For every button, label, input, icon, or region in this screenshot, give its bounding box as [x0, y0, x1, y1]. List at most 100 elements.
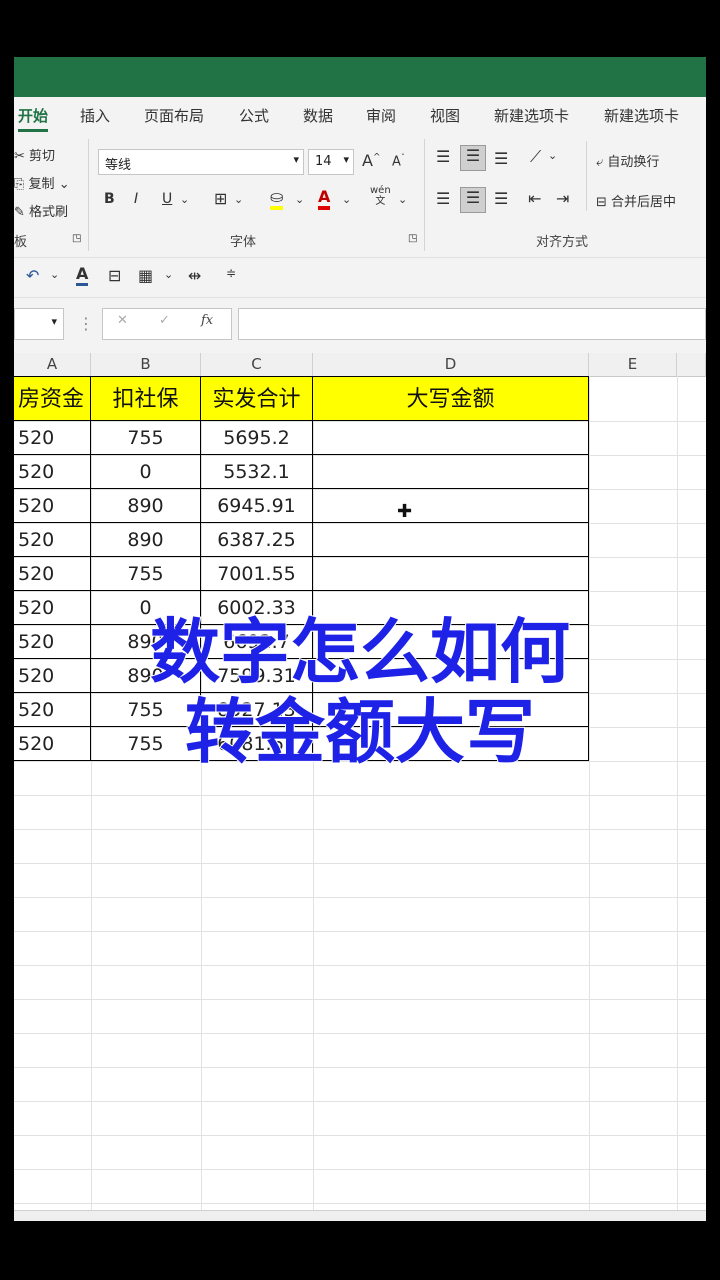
- table-cell[interactable]: 520: [14, 489, 91, 523]
- table-cell[interactable]: [313, 455, 589, 489]
- table-cell[interactable]: 7001.55: [201, 557, 313, 591]
- tab-view[interactable]: 视图: [430, 105, 460, 126]
- font-name-value: 等线: [105, 158, 132, 173]
- chevron-down-icon[interactable]: ⌄: [234, 193, 243, 206]
- align-top-icon[interactable]: ☰: [436, 147, 450, 166]
- customize-toolbar-icon[interactable]: ≑: [226, 266, 236, 280]
- chevron-down-icon[interactable]: ⌄: [180, 193, 189, 206]
- tab-insert[interactable]: 插入: [80, 105, 110, 126]
- tab-home[interactable]: 开始: [18, 105, 49, 132]
- gridline-horizontal: [14, 795, 706, 796]
- divider: [586, 141, 587, 211]
- table-cell[interactable]: 755: [91, 421, 201, 455]
- increase-indent-icon[interactable]: ⇥: [556, 189, 569, 208]
- font-color-icon[interactable]: A: [318, 187, 331, 210]
- ribbon-tabs: 开始 插入 页面布局 公式 数据 审阅 视图 新建选项卡 新建选项卡: [14, 97, 706, 133]
- video-caption: 数字怎么如何 转金额大写: [14, 611, 706, 773]
- column-header-b[interactable]: B: [91, 353, 201, 376]
- dialog-launcher-icon[interactable]: ◳: [72, 233, 81, 244]
- align-bottom-icon[interactable]: ☰: [494, 149, 508, 168]
- font-name-select[interactable]: 等线 ▾: [98, 149, 304, 175]
- orientation-icon[interactable]: ⟋: [530, 147, 541, 167]
- table-cell[interactable]: 890: [91, 489, 201, 523]
- name-box[interactable]: ▾: [14, 308, 64, 340]
- tab-review[interactable]: 审阅: [366, 105, 396, 126]
- table-cell[interactable]: 6945.91: [201, 489, 313, 523]
- tab-formulas[interactable]: 公式: [239, 105, 269, 126]
- bold-icon[interactable]: B: [104, 191, 115, 207]
- cut-button[interactable]: ✂ 剪切: [14, 145, 55, 164]
- underline-icon[interactable]: U: [162, 191, 172, 207]
- align-right-icon[interactable]: ☰: [494, 189, 508, 208]
- column-width-icon[interactable]: ⇹: [188, 266, 201, 285]
- gridline-horizontal: [14, 1169, 706, 1170]
- borders-icon[interactable]: ⊟: [108, 266, 121, 285]
- table-cell[interactable]: 6387.25: [201, 523, 313, 557]
- chevron-down-icon[interactable]: ⌄: [295, 193, 304, 206]
- undo-icon[interactable]: ↶: [26, 266, 39, 285]
- enter-icon[interactable]: ✓: [159, 313, 170, 328]
- table-cell[interactable]: 520: [14, 557, 91, 591]
- table-cell[interactable]: 890: [91, 523, 201, 557]
- align-middle-icon[interactable]: ☰: [460, 145, 486, 171]
- increase-font-icon[interactable]: A^: [362, 151, 381, 170]
- clipboard-group-label: 板: [14, 235, 28, 250]
- copy-button[interactable]: ⎘ 复制 ⌄: [14, 173, 70, 192]
- wrap-text-button[interactable]: ⤶ 自动换行: [596, 151, 659, 170]
- table-cell[interactable]: 0: [91, 455, 201, 489]
- table-cell[interactable]: 755: [91, 557, 201, 591]
- insert-function-icon[interactable]: fx: [201, 313, 213, 328]
- header-cell[interactable]: 房资金: [14, 376, 91, 421]
- column-header-d[interactable]: D: [313, 353, 589, 376]
- tab-page-layout[interactable]: 页面布局: [144, 105, 204, 126]
- column-header-c[interactable]: C: [201, 353, 313, 376]
- phonetic-guide-icon[interactable]: wén 文: [370, 185, 391, 207]
- table-cell[interactable]: 5532.1: [201, 455, 313, 489]
- format-painter-button[interactable]: ✎ 格式刷: [14, 201, 68, 220]
- table-cell[interactable]: [313, 489, 589, 523]
- header-cell[interactable]: 扣社保: [91, 376, 201, 421]
- merge-cells-icon: ⊟: [596, 195, 607, 210]
- alignment-group-label: 对齐方式: [536, 235, 589, 250]
- table-cell[interactable]: 520: [14, 421, 91, 455]
- merge-center-button[interactable]: ⊟ 合并后居中: [596, 191, 676, 210]
- sheet-tabs-bar[interactable]: [14, 1210, 706, 1221]
- column-header-e[interactable]: E: [589, 353, 677, 376]
- fill-color-icon[interactable]: ⛀: [270, 187, 284, 210]
- header-cell[interactable]: 大写金额: [313, 376, 589, 421]
- chevron-down-icon[interactable]: ⌄: [548, 149, 557, 162]
- align-center-icon[interactable]: ☰: [460, 187, 486, 213]
- table-cell[interactable]: 5695.2: [201, 421, 313, 455]
- chevron-down-icon[interactable]: ⌄: [164, 268, 173, 281]
- worksheet-grid[interactable]: 房资金 扣社保 实发合计 大写金额 520 755 5695.2 520 0 5532.1…: [14, 376, 706, 1221]
- divider: [88, 139, 89, 251]
- italic-icon[interactable]: I: [134, 191, 138, 207]
- decrease-font-icon[interactable]: Aˇ: [392, 153, 405, 169]
- dialog-launcher-icon[interactable]: ◳: [408, 233, 417, 244]
- column-header-f[interactable]: [677, 353, 706, 376]
- table-cell[interactable]: [313, 557, 589, 591]
- borders-icon[interactable]: ⊞: [214, 189, 227, 208]
- conditional-format-icon[interactable]: ▦: [138, 266, 153, 285]
- align-left-icon[interactable]: ☰: [436, 189, 450, 208]
- chevron-down-icon: ▾: [293, 153, 299, 166]
- decrease-indent-icon[interactable]: ⇤: [528, 189, 541, 208]
- tab-new-2[interactable]: 新建选项卡: [604, 105, 679, 126]
- chevron-down-icon[interactable]: ⌄: [342, 193, 351, 206]
- column-header-a[interactable]: A: [14, 353, 91, 376]
- gridline-vertical: [677, 376, 678, 1221]
- header-cell[interactable]: 实发合计: [201, 376, 313, 421]
- more-icon: ⋮: [78, 314, 94, 333]
- table-cell[interactable]: [313, 523, 589, 557]
- font-color-icon[interactable]: A: [76, 264, 89, 286]
- table-cell[interactable]: 520: [14, 455, 91, 489]
- formula-input[interactable]: [238, 308, 706, 340]
- font-size-select[interactable]: 14 ▾: [308, 149, 354, 175]
- cancel-icon[interactable]: ✕: [117, 313, 128, 328]
- table-cell[interactable]: [313, 421, 589, 455]
- table-cell[interactable]: 520: [14, 523, 91, 557]
- tab-new-1[interactable]: 新建选项卡: [494, 105, 569, 126]
- chevron-down-icon[interactable]: ⌄: [50, 268, 59, 281]
- chevron-down-icon[interactable]: ⌄: [398, 193, 407, 206]
- tab-data[interactable]: 数据: [303, 105, 333, 126]
